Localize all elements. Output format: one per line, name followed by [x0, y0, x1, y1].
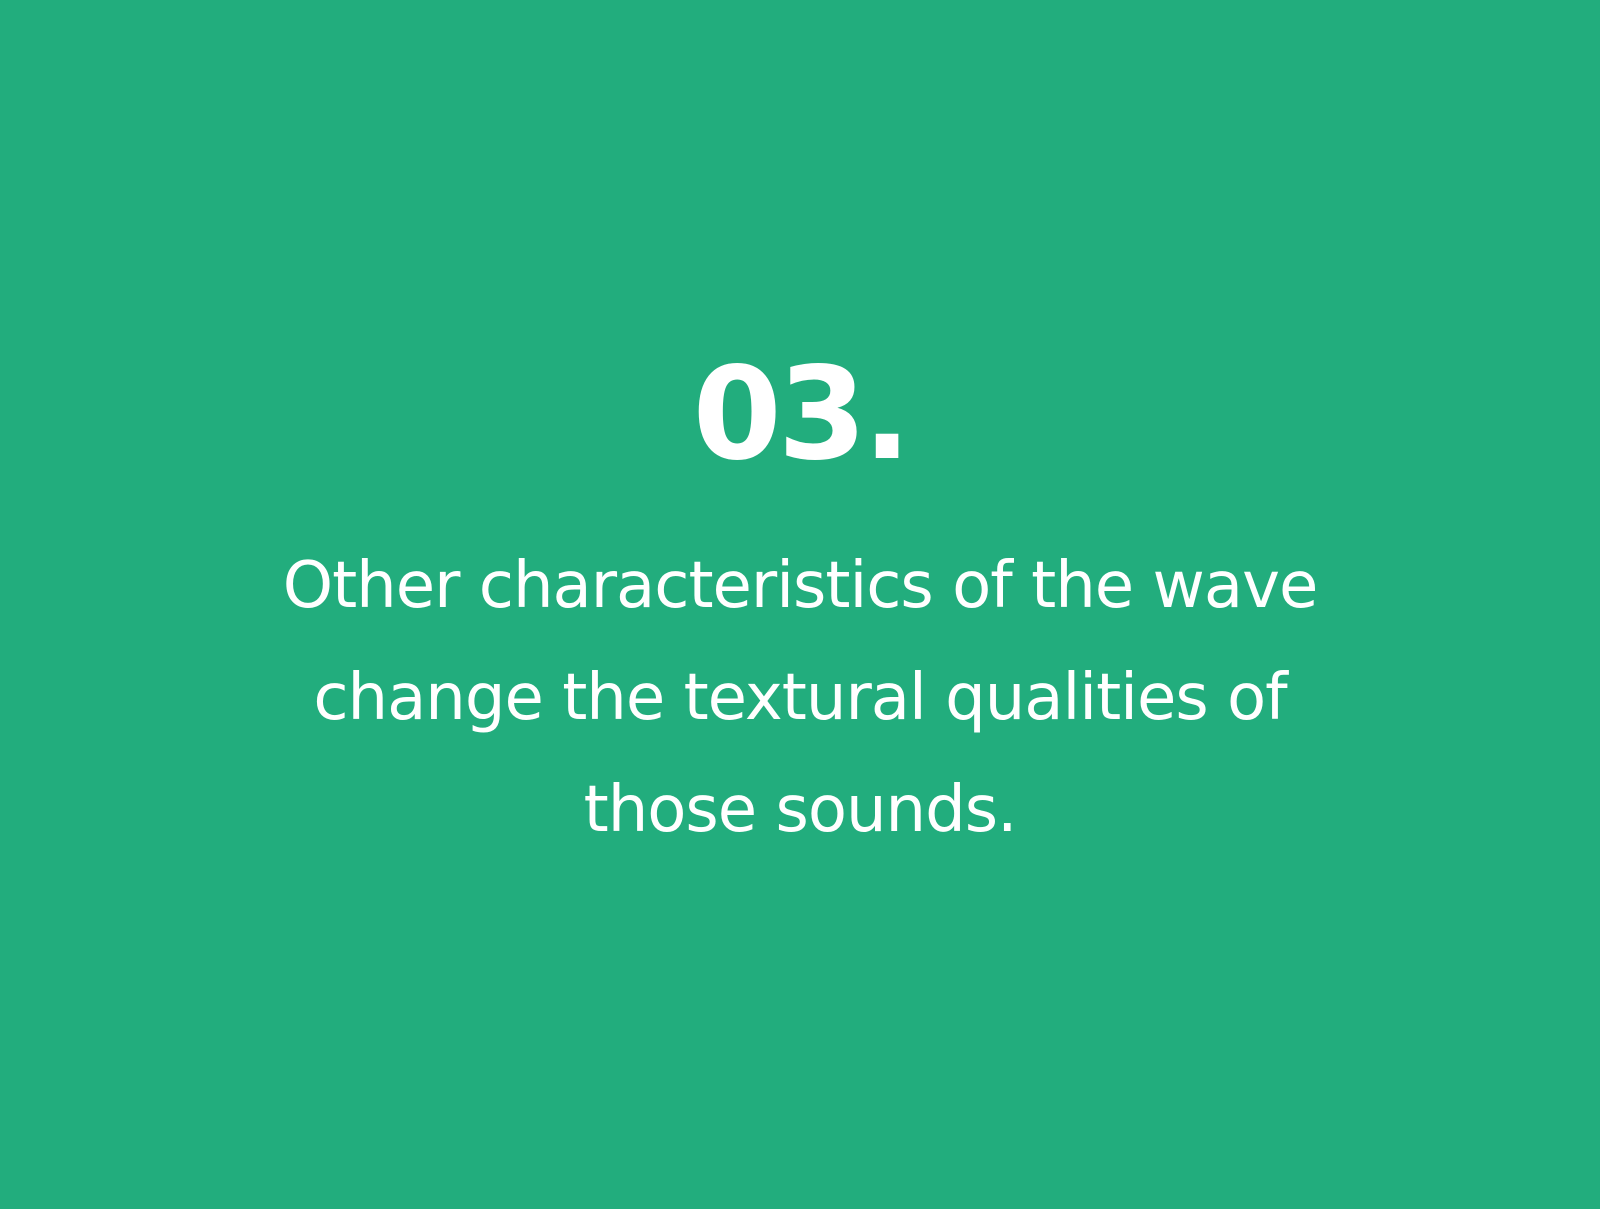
body-text-line-1: Other characteristics of the wave: [282, 549, 1319, 623]
slide-number: 03.: [692, 340, 912, 489]
slide-background: 03. Other characteristics of the wave ch…: [0, 0, 1600, 1209]
body-text-line-2: change the textural qualities of: [313, 661, 1287, 735]
slide-body-text: Other characteristics of the wave change…: [200, 530, 1400, 866]
body-text-line-3: those sounds.: [583, 773, 1018, 847]
